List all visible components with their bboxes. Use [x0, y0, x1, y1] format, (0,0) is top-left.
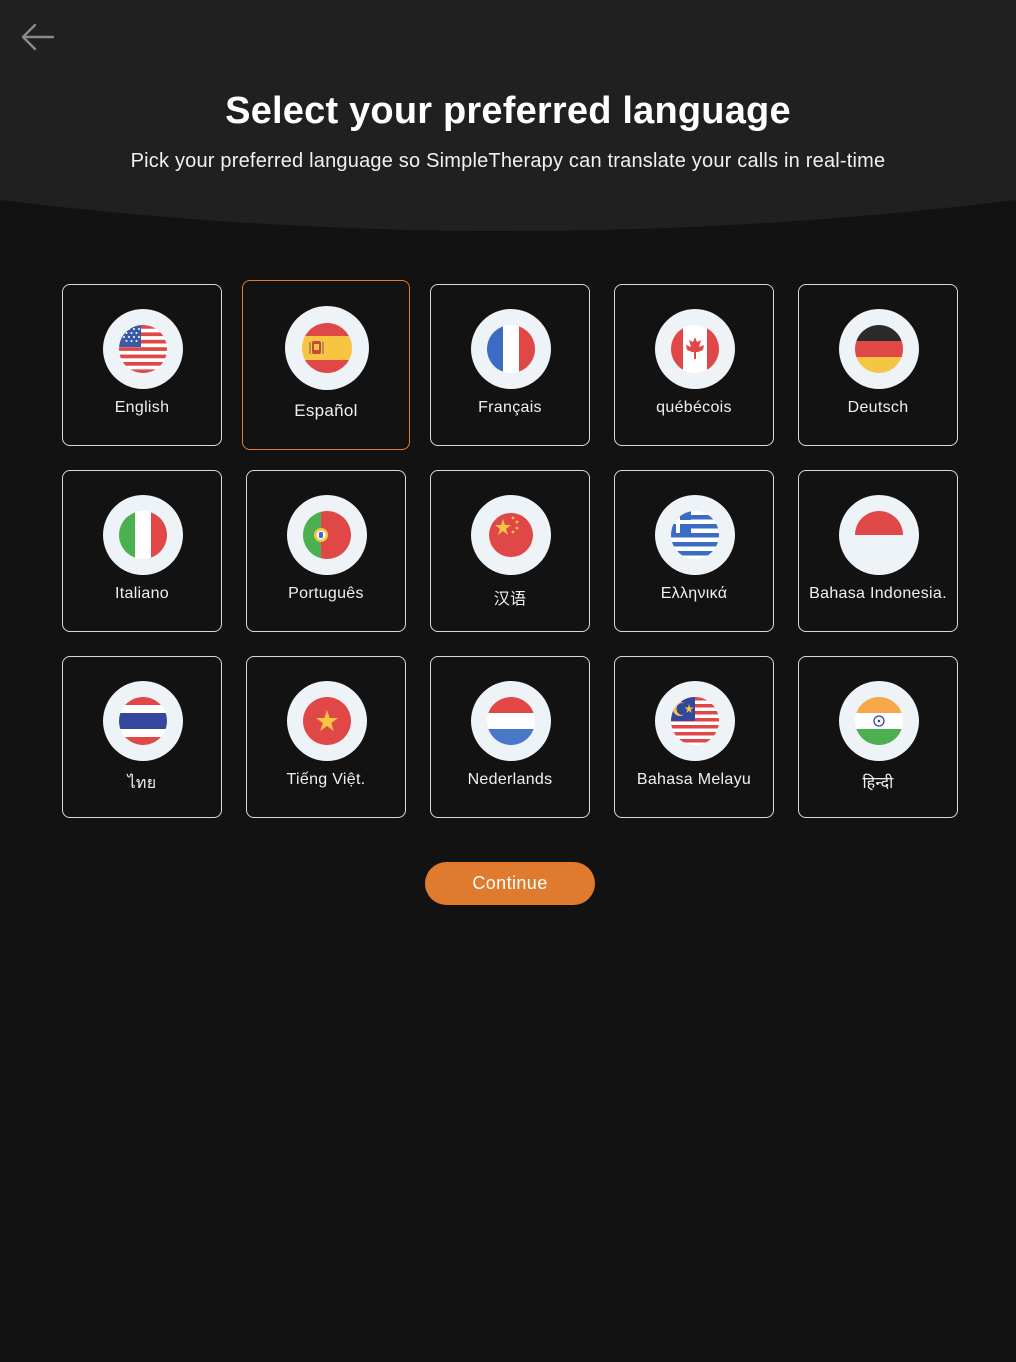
- language-label: 汉语: [493, 591, 527, 608]
- language-label: Bahasa Melayu: [636, 771, 752, 788]
- language-label: हिन्दी: [862, 775, 894, 792]
- vietnam-flag-icon: [287, 681, 367, 761]
- italy-flag-icon: [103, 495, 183, 575]
- germany-flag-icon: [839, 309, 919, 389]
- language-label: Português: [288, 585, 364, 602]
- language-option-indonesian[interactable]: Bahasa Indonesia.: [798, 470, 958, 632]
- language-label: Bahasa Indonesia.: [809, 585, 947, 602]
- netherlands-flag-icon: [471, 681, 551, 761]
- language-option-dutch[interactable]: Nederlands: [430, 656, 590, 818]
- header: Select your preferred language Pick your…: [0, 0, 1016, 232]
- spain-flag-icon: [285, 306, 369, 390]
- page-subtitle: Pick your preferred language so SimpleTh…: [130, 150, 886, 172]
- language-label: Español: [294, 401, 358, 420]
- arrow-left-icon: [21, 23, 55, 51]
- language-option-italiano[interactable]: Italiano: [62, 470, 222, 632]
- language-option-thai[interactable]: ไทย: [62, 656, 222, 818]
- language-option-francais[interactable]: Français: [430, 284, 590, 446]
- language-label: English: [114, 399, 170, 416]
- language-option-vietnamese[interactable]: Tiếng Việt.: [246, 656, 406, 818]
- india-flag-icon: [839, 681, 919, 761]
- language-label: ไทย: [127, 775, 157, 792]
- language-label: Tiếng Việt.: [286, 771, 366, 788]
- language-label: Ελληνικά: [660, 585, 728, 602]
- us-flag-icon: [103, 309, 183, 389]
- language-option-greek[interactable]: Ελληνικά: [614, 470, 774, 632]
- language-label: Français: [478, 399, 542, 416]
- language-label: Nederlands: [467, 771, 553, 788]
- continue-button[interactable]: Continue: [425, 862, 595, 905]
- france-flag-icon: [471, 309, 551, 389]
- language-option-malay[interactable]: Bahasa Melayu: [614, 656, 774, 818]
- portugal-flag-icon: [287, 495, 367, 575]
- language-label: Deutsch: [847, 399, 909, 416]
- language-option-espanol[interactable]: Español: [242, 280, 410, 450]
- language-option-portugues[interactable]: Português: [246, 470, 406, 632]
- language-option-english[interactable]: English: [62, 284, 222, 446]
- china-flag-icon: [471, 495, 551, 575]
- indonesia-flag-icon: [839, 495, 919, 575]
- language-option-deutsch[interactable]: Deutsch: [798, 284, 958, 446]
- greece-flag-icon: [655, 495, 735, 575]
- language-label: Italiano: [115, 585, 169, 602]
- language-option-hindi[interactable]: हिन्दी: [798, 656, 958, 818]
- language-option-quebecois[interactable]: québécois: [614, 284, 774, 446]
- language-option-chinese[interactable]: 汉语: [430, 470, 590, 632]
- canada-flag-icon: [655, 309, 735, 389]
- back-button[interactable]: [16, 20, 58, 54]
- page-title: Select your preferred language: [225, 90, 791, 132]
- thailand-flag-icon: [103, 681, 183, 761]
- malaysia-flag-icon: [655, 681, 735, 761]
- language-label: québécois: [656, 399, 732, 416]
